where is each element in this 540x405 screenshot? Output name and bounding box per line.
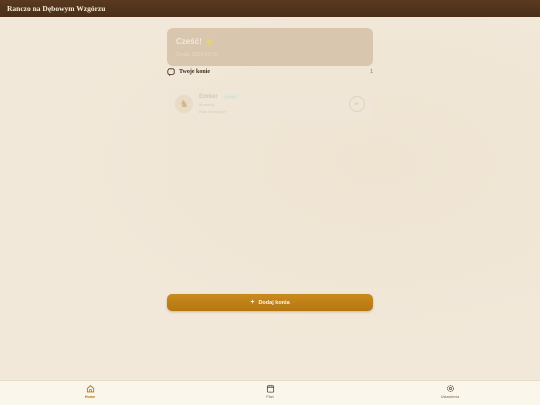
nav-item-settings[interactable]: Ustawienia — [430, 384, 470, 404]
horse-info: Ember gotowy Mustang Brak treningów — [199, 94, 349, 114]
app-title: Ranczo na Dębowym Wzgórzu — [7, 4, 106, 13]
section-title-group: Twoje konie — [167, 68, 210, 76]
play-icon[interactable]: ▶ — [349, 96, 365, 112]
nav-item-home[interactable]: Home — [70, 384, 110, 404]
horse-head-icon — [167, 68, 175, 76]
add-horse-label: Dodaj konia — [258, 299, 290, 306]
section-title: Twoje konie — [179, 69, 211, 75]
horse-name: Ember — [199, 94, 218, 100]
nav-label-plan: Plan — [266, 395, 274, 399]
greeting-card: Cześć! Środa, 2025-02-26 — [167, 28, 373, 66]
nav-label-settings: Ustawienia — [440, 395, 460, 399]
calendar-icon — [266, 384, 274, 393]
status-badge: gotowy — [221, 94, 239, 100]
horse-breed: Mustang — [199, 102, 215, 107]
home-icon — [86, 385, 94, 393]
gear-icon — [446, 385, 454, 392]
horse-avatar-icon: ♞ — [175, 95, 193, 113]
app-header: Ranczo na Dębowym Wzgórzu — [0, 0, 540, 17]
horse-name-row: Ember gotowy — [199, 94, 349, 100]
greeting-text: Cześć! — [176, 37, 202, 46]
nav-item-plan[interactable]: Plan — [250, 384, 290, 404]
horses-section-header: Twoje konie 1 — [167, 67, 373, 77]
sun-icon — [205, 38, 212, 45]
plus-icon: + — [250, 299, 255, 306]
nav-label-home: Home — [84, 395, 96, 399]
horse-training-status: Brak treningów — [199, 109, 226, 114]
horse-card[interactable]: ♞ Ember gotowy Mustang Brak treningów ▶ — [167, 87, 373, 121]
add-horse-button[interactable]: + Dodaj konia — [167, 294, 373, 311]
horse-count: 1 — [370, 69, 373, 75]
greeting-row: Cześć! — [176, 37, 364, 46]
greeting-date: Środa, 2025-02-26 — [176, 52, 218, 58]
bottom-navigation: Home Plan Ustawienia — [0, 380, 540, 405]
